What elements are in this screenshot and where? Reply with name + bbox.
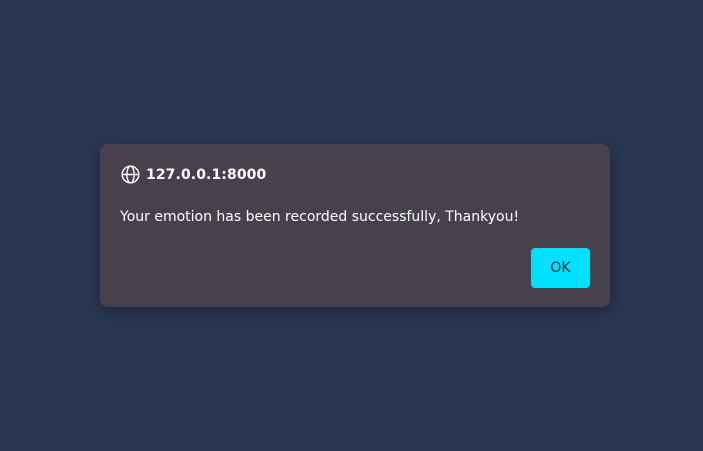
dialog-origin-title: 127.0.0.1:8000 [146, 166, 267, 183]
alert-dialog: 127.0.0.1:8000 Your emotion has been rec… [100, 144, 610, 307]
dialog-message: Your emotion has been recorded successfu… [120, 209, 520, 225]
globe-icon [120, 164, 141, 185]
dialog-header: 127.0.0.1:8000 [120, 164, 266, 185]
ok-button[interactable]: OK [531, 248, 590, 288]
